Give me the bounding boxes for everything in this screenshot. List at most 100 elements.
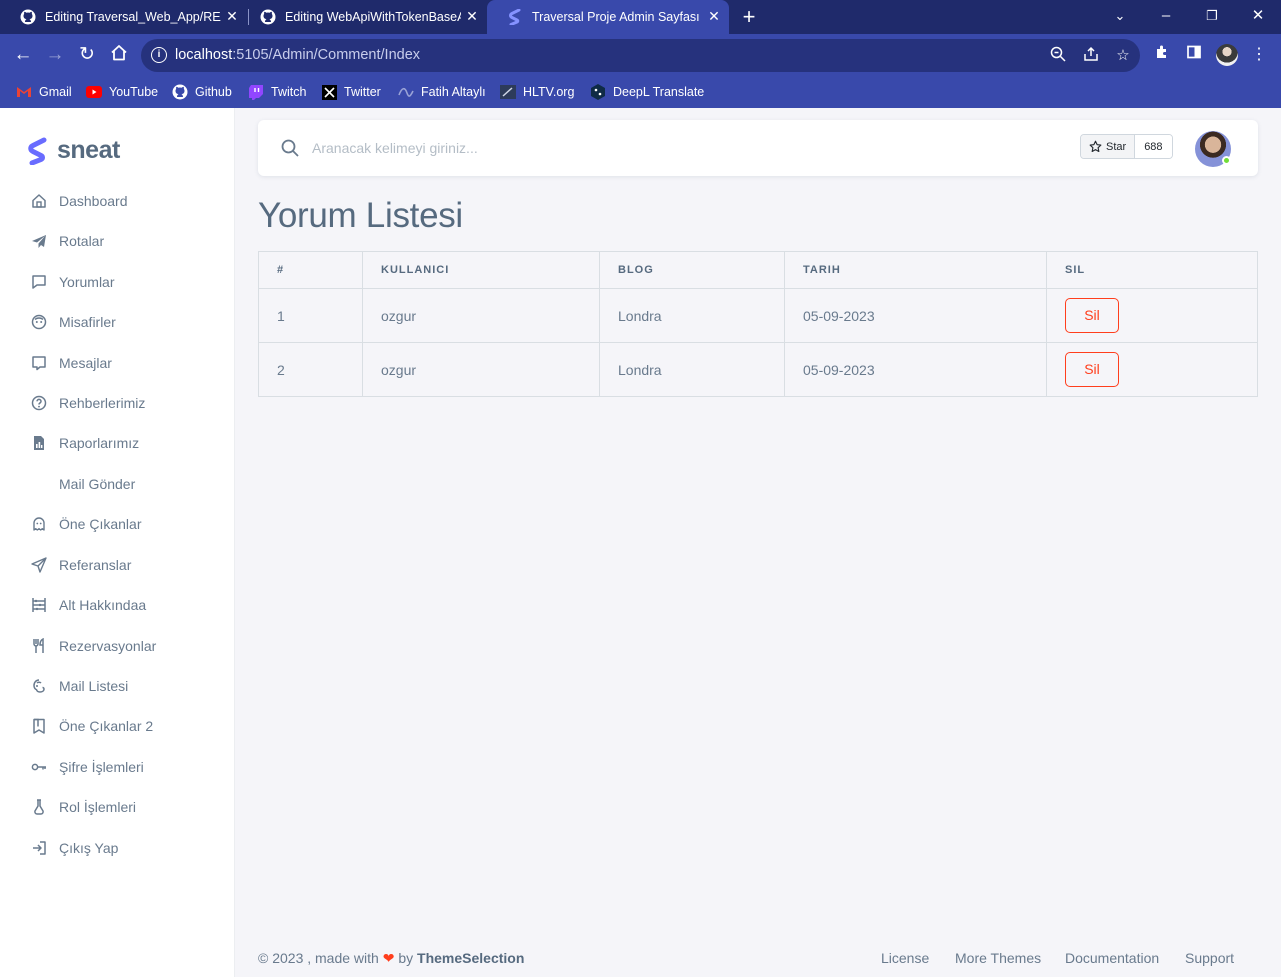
x-icon bbox=[321, 84, 337, 100]
column-header-blog: BLOG bbox=[599, 251, 785, 289]
footer-link-documentation[interactable]: Documentation bbox=[1065, 950, 1159, 966]
minimize-icon[interactable]: – bbox=[1154, 5, 1178, 27]
restaurant-icon bbox=[30, 637, 48, 655]
footer-link-license[interactable]: License bbox=[881, 950, 929, 966]
sidebar-item-yorumlar[interactable]: Yorumlar bbox=[30, 270, 115, 294]
bookmark-twitter[interactable]: Twitter bbox=[321, 83, 381, 101]
copyright-text: © 2023 , made with bbox=[258, 950, 379, 966]
sidebar-item-misafirler[interactable]: Misafirler bbox=[30, 310, 116, 334]
close-tab-icon[interactable]: ✕ bbox=[707, 9, 721, 23]
back-icon[interactable]: ← bbox=[12, 44, 34, 66]
close-tab-icon[interactable]: ✕ bbox=[465, 9, 479, 23]
bookmark-twitch[interactable]: Twitch bbox=[248, 83, 306, 101]
site-info-icon[interactable]: i bbox=[151, 47, 167, 63]
new-tab-button[interactable]: + bbox=[738, 6, 760, 28]
sidebar-item-alt-hakkindaa[interactable]: Alt Hakkındaa bbox=[30, 593, 146, 617]
sidebar-item-label: Alt Hakkındaa bbox=[59, 597, 147, 613]
bookmark-icon bbox=[30, 717, 48, 735]
sidebar-item-label: Mail Gönder bbox=[59, 476, 136, 492]
user-avatar[interactable] bbox=[1195, 131, 1231, 167]
bookmark-hltv[interactable]: HLTV.org bbox=[500, 83, 574, 101]
column-header-date: TARIH bbox=[784, 251, 1047, 289]
sidebar-item-sifre-islemleri[interactable]: Şifre İşlemleri bbox=[30, 755, 144, 779]
sidebar-item-mail-listesi[interactable]: Mail Listesi bbox=[30, 674, 128, 698]
column-header-delete: SIL bbox=[1046, 251, 1258, 289]
sidebar-item-mesajlar[interactable]: Mesajlar bbox=[30, 351, 112, 375]
sidebar-item-one-cikanlar-2[interactable]: Öne Çıkanlar 2 bbox=[30, 714, 153, 738]
sidebar-item-rezervasyonlar[interactable]: Rezervasyonlar bbox=[30, 634, 156, 658]
sidebar-item-label: Mesajlar bbox=[59, 355, 112, 371]
close-tab-icon[interactable]: ✕ bbox=[225, 9, 239, 23]
zoom-icon[interactable] bbox=[1048, 46, 1068, 66]
star-icon bbox=[1089, 140, 1102, 153]
footer-link-more-themes[interactable]: More Themes bbox=[955, 950, 1041, 966]
search-input[interactable] bbox=[312, 137, 812, 159]
footer-link-support[interactable]: Support bbox=[1185, 950, 1234, 966]
browser-tab-active[interactable]: Traversal Proje Admin Sayfası ✕ bbox=[487, 0, 729, 34]
reload-icon[interactable]: ↻ bbox=[76, 44, 98, 66]
bookmark-github[interactable]: Github bbox=[172, 83, 232, 101]
github-icon bbox=[172, 84, 188, 100]
browser-tab-2[interactable]: Editing WebApiWithTokenBaseAuth ✕ bbox=[240, 0, 487, 34]
help-icon bbox=[30, 394, 48, 412]
abacus-icon bbox=[30, 596, 48, 614]
cell-action: Sil bbox=[1046, 288, 1258, 343]
bookmark-star-icon[interactable]: ☆ bbox=[1113, 46, 1133, 66]
comment-icon bbox=[30, 273, 48, 291]
extensions-icon[interactable] bbox=[1151, 44, 1173, 66]
share-icon[interactable] bbox=[1081, 46, 1101, 66]
footer: © 2023 , made with ❤ by ThemeSelection L… bbox=[258, 950, 1238, 968]
sidebar-item-label: Yorumlar bbox=[59, 274, 115, 290]
sidebar-item-dashboard[interactable]: Dashboard bbox=[30, 189, 128, 213]
bookmark-gmail[interactable]: Gmail bbox=[16, 83, 72, 101]
online-status-indicator bbox=[1222, 156, 1231, 165]
home-icon[interactable] bbox=[108, 44, 130, 66]
bookmark-deepl[interactable]: DeepL Translate bbox=[590, 83, 704, 101]
face-icon bbox=[30, 313, 48, 331]
table-row: 1 ozgur Londra 05-09-2023 Sil bbox=[258, 288, 1258, 343]
github-star-button[interactable]: Star 688 bbox=[1080, 134, 1173, 159]
cell-id: 2 bbox=[258, 342, 363, 397]
tab-title: Editing WebApiWithTokenBaseAuth bbox=[285, 10, 461, 24]
star-button-label[interactable]: Star bbox=[1081, 135, 1136, 158]
sidebar-item-label: Rezervasyonlar bbox=[59, 638, 157, 654]
side-panel-icon[interactable] bbox=[1183, 44, 1205, 66]
url-text: localhost:5105/Admin/Comment/Index bbox=[175, 47, 421, 63]
logout-icon bbox=[30, 839, 48, 857]
home-icon bbox=[30, 192, 48, 210]
close-window-icon[interactable]: ✕ bbox=[1246, 5, 1270, 27]
sidebar-item-label: Öne Çıkanlar 2 bbox=[59, 718, 154, 734]
sidebar-item-rotalar[interactable]: Rotalar bbox=[30, 229, 104, 253]
sidebar-item-rol-islemleri[interactable]: Rol İşlemleri bbox=[30, 795, 136, 819]
bookmark-label: Twitch bbox=[271, 85, 307, 99]
cell-date: 05-09-2023 bbox=[784, 288, 1047, 343]
delete-button[interactable]: Sil bbox=[1065, 352, 1119, 387]
search-icon bbox=[281, 139, 299, 157]
sidebar-item-rehberlerimiz[interactable]: Rehberlerimiz bbox=[30, 391, 145, 415]
sidebar-item-label: Rotalar bbox=[59, 233, 105, 249]
cell-user: ozgur bbox=[362, 288, 600, 343]
browser-tab-1[interactable]: Editing Traversal_Web_App/README ✕ bbox=[0, 0, 247, 34]
table-row: 2 ozgur Londra 05-09-2023 Sil bbox=[258, 342, 1258, 397]
delete-button[interactable]: Sil bbox=[1065, 298, 1119, 333]
restore-icon[interactable]: ❐ bbox=[1200, 5, 1224, 27]
sidebar-item-raporlarimiz[interactable]: Raporlarımız bbox=[30, 431, 139, 455]
browser-profile-avatar[interactable] bbox=[1216, 44, 1238, 66]
sidebar-item-referanslar[interactable]: Referanslar bbox=[30, 553, 131, 577]
footer-brand-link[interactable]: ThemeSelection bbox=[417, 950, 524, 966]
sidebar-item-mail-gonder[interactable]: Mail Gönder bbox=[30, 472, 135, 496]
sidebar-item-label: Raporlarımız bbox=[59, 435, 140, 451]
column-header-user: KULLANICI bbox=[362, 251, 600, 289]
bookmark-fatih[interactable]: Fatih Altaylı bbox=[398, 83, 486, 101]
url-field[interactable]: i localhost:5105/Admin/Comment/Index ☆ bbox=[141, 39, 1140, 72]
star-count[interactable]: 688 bbox=[1135, 135, 1172, 158]
brand-logo[interactable]: sneat bbox=[28, 136, 120, 165]
sidebar-item-one-cikanlar[interactable]: Öne Çıkanlar bbox=[30, 512, 141, 536]
gmail-icon bbox=[16, 84, 32, 100]
forward-icon[interactable]: → bbox=[44, 44, 66, 66]
bookmark-youtube[interactable]: YouTube bbox=[86, 83, 158, 101]
tab-search-icon[interactable]: ⌄ bbox=[1108, 5, 1132, 27]
key-icon bbox=[30, 758, 48, 776]
sidebar-item-cikis-yap[interactable]: Çıkış Yap bbox=[30, 836, 118, 860]
browser-menu-icon[interactable]: ⋮ bbox=[1248, 44, 1270, 66]
